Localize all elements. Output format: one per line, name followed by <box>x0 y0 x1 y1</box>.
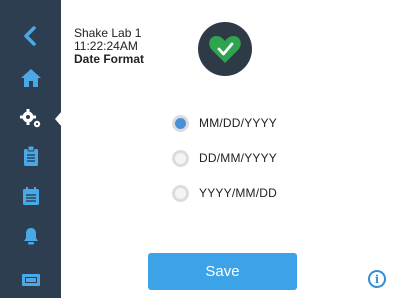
sidebar-item-protocols[interactable] <box>0 138 61 174</box>
gears-icon <box>19 109 40 128</box>
chevron-left-icon <box>23 26 36 46</box>
sidebar-nav <box>0 0 62 298</box>
sidebar-item-settings[interactable] <box>0 101 61 137</box>
active-nav-indicator <box>55 111 62 127</box>
option-label: YYYY/MM/DD <box>199 186 278 200</box>
clipboard-icon <box>23 145 38 166</box>
heart-check-icon <box>209 36 241 63</box>
header-info: Shake Lab 1 11:22:24AM Date Format <box>74 27 144 66</box>
back-button[interactable] <box>0 18 61 54</box>
save-button[interactable]: Save <box>148 253 297 290</box>
option-label: MM/DD/YYYY <box>199 116 278 130</box>
home-icon <box>20 69 41 87</box>
radio-dd-mm-yyyy[interactable] <box>172 149 189 167</box>
radio-yyyy-mm-dd[interactable] <box>172 184 189 202</box>
bell-icon <box>23 228 38 245</box>
calendar-icon <box>22 187 39 205</box>
radio-mm-dd-yyyy[interactable] <box>172 114 189 132</box>
film-icon <box>21 274 40 286</box>
info-icon[interactable]: i <box>368 270 386 288</box>
sidebar-item-log[interactable] <box>0 262 61 298</box>
option-label: DD/MM/YYYY <box>199 151 278 165</box>
option-dd-mm-yyyy[interactable]: DD/MM/YYYY <box>172 147 312 169</box>
sidebar-item-home[interactable] <box>0 60 61 96</box>
option-mm-dd-yyyy[interactable]: MM/DD/YYYY <box>172 112 312 134</box>
sidebar-item-schedule[interactable] <box>0 178 61 214</box>
option-yyyy-mm-dd[interactable]: YYYY/MM/DD <box>172 182 312 204</box>
status-badge <box>198 22 252 76</box>
sidebar-item-alarms[interactable] <box>0 218 61 254</box>
page-title: Date Format <box>74 52 145 66</box>
